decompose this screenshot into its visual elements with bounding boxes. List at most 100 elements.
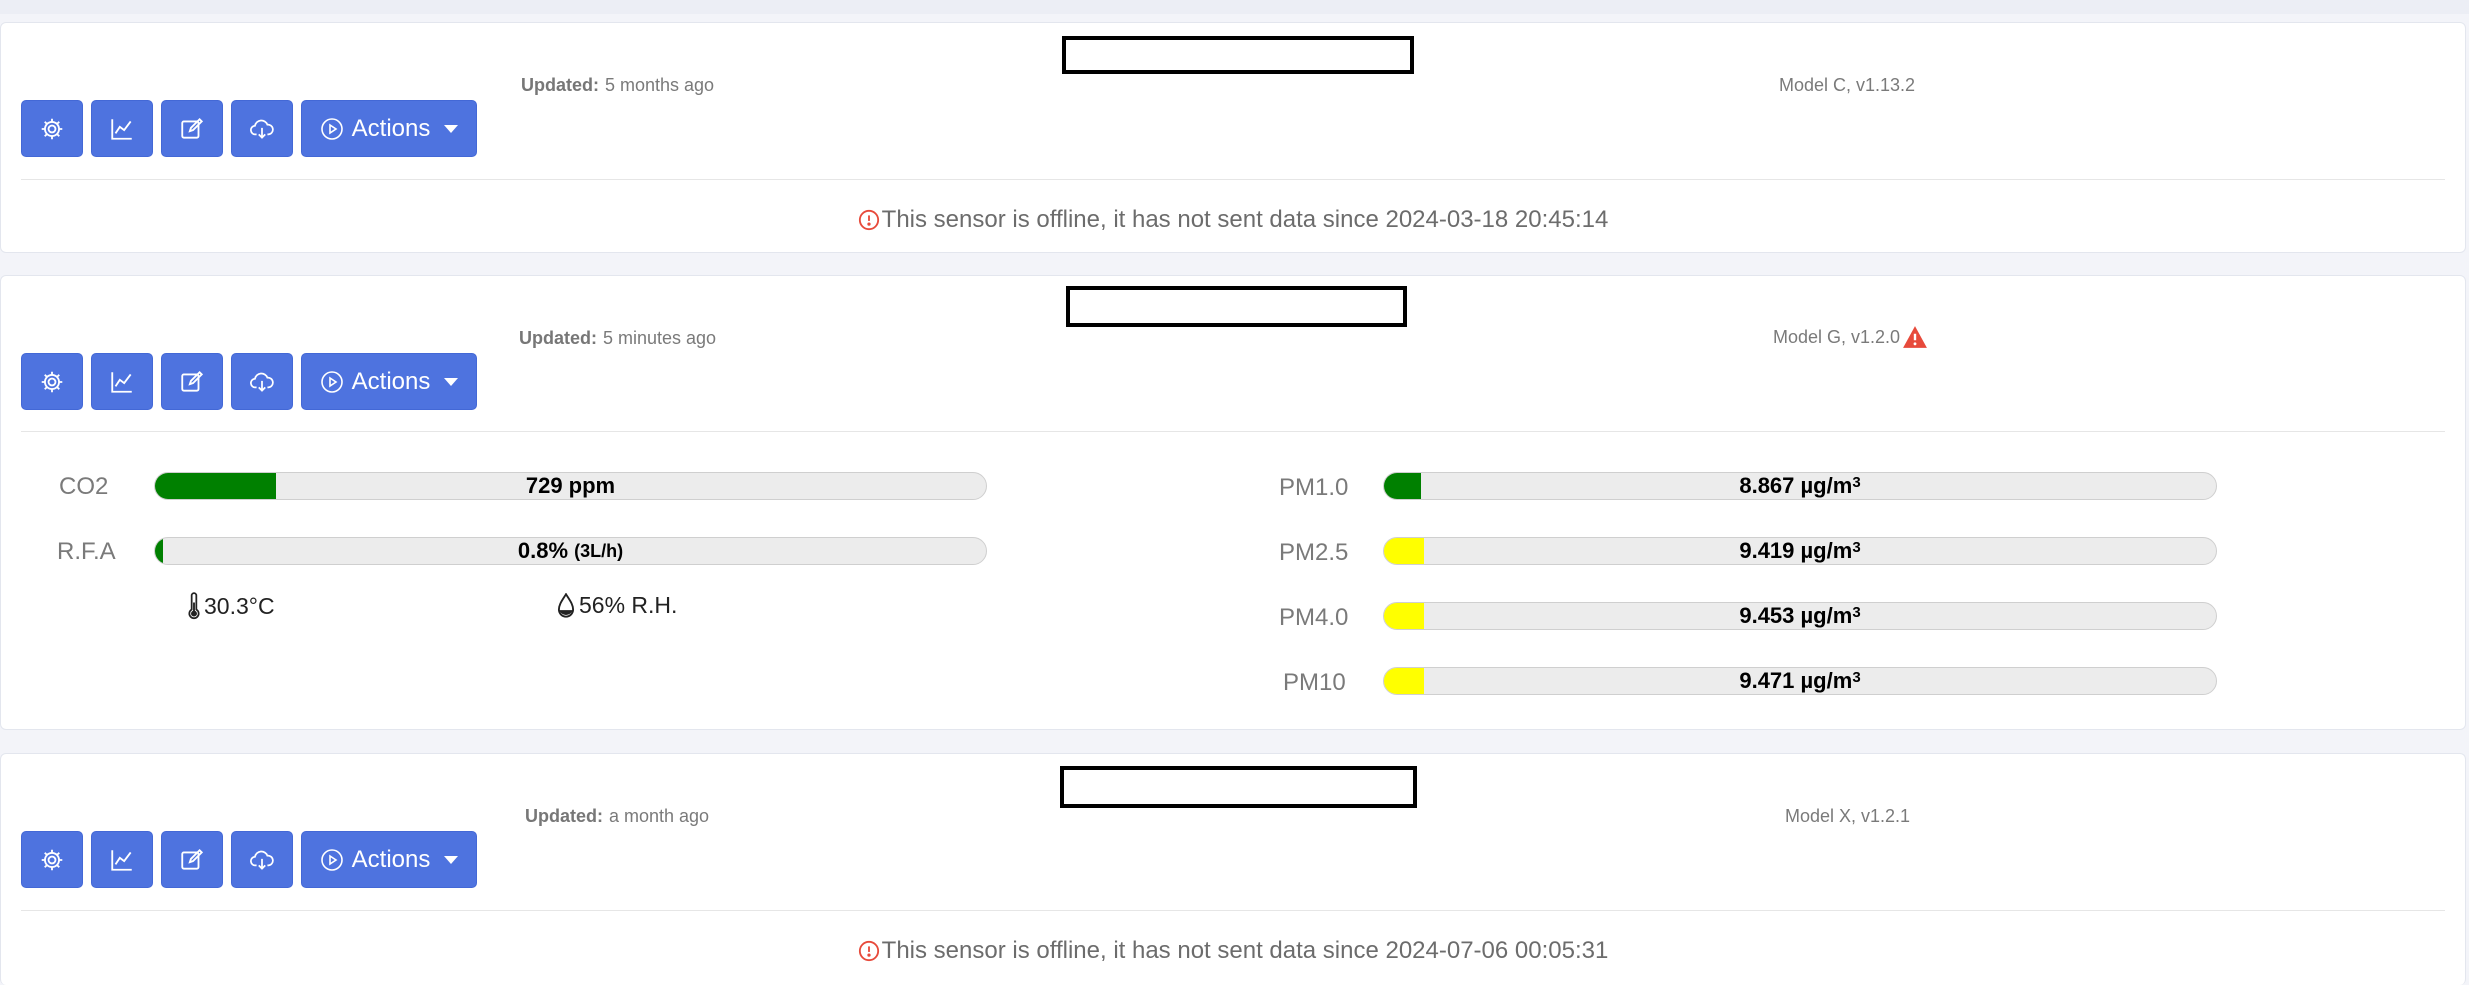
caret-down-icon <box>444 855 459 864</box>
model-text: Model X, v1.2.1 <box>1785 806 1911 826</box>
temperature-reading: 30.3°C <box>187 592 275 620</box>
cloud-download-icon <box>250 372 274 392</box>
pm10-unit-sup: 3 <box>1852 668 1861 686</box>
edit-icon <box>181 117 204 139</box>
actions-label: Actions <box>351 845 431 873</box>
co2-value: 729 ppm <box>525 473 616 498</box>
model-text: Model C, v1.13.2 <box>1779 75 1916 95</box>
model-version: Model X, v1.2.1 <box>1785 806 1910 827</box>
sensor-card-3: Updated: a month ago Model X, v1.2.1 Acti… <box>0 753 2466 985</box>
edit-button[interactable] <box>161 100 223 157</box>
alert-circle-icon <box>858 940 879 962</box>
model-version: Model C, v1.13.2 <box>1779 75 1915 96</box>
updated-value: a month ago <box>609 806 710 826</box>
gear-icon <box>41 118 63 139</box>
metric-label-pm4: PM4.0 <box>1279 604 1349 631</box>
thermometer-icon <box>188 592 200 620</box>
warning-triangle-icon <box>1902 325 1928 349</box>
humidity-reading: 56% R.H. <box>556 592 677 619</box>
card-divider <box>21 431 2445 432</box>
gear-icon <box>41 371 63 392</box>
gear-icon <box>41 849 63 870</box>
co2-bar: 729 ppm <box>154 472 987 500</box>
rfa-value: 0.8% <box>517 538 569 563</box>
metric-label-pm1: PM1.0 <box>1279 474 1349 501</box>
updated-info: Updated: a month ago <box>525 806 709 827</box>
edit-button[interactable] <box>161 353 223 410</box>
edit-icon <box>181 848 204 870</box>
sensor-toolbar: Actions <box>21 100 477 157</box>
edit-icon <box>181 370 204 392</box>
offline-message: This sensor is offline, it has not sent … <box>881 937 1609 964</box>
sensor-name-redacted <box>1060 766 1417 808</box>
pm25-unit-sup: 3 <box>1852 538 1861 556</box>
actions-dropdown-button[interactable]: Actions <box>301 100 477 157</box>
settings-button[interactable] <box>21 353 83 410</box>
offline-notice: This sensor is offline, it has not sent … <box>1 937 2465 965</box>
metric-label-co2: CO2 <box>59 473 109 500</box>
chart-line-icon <box>111 371 132 393</box>
play-circle-icon <box>320 370 343 393</box>
pm25-bar: 9.419 µg/m 3 <box>1383 537 2217 565</box>
chart-button[interactable] <box>91 353 153 410</box>
updated-value: 5 months ago <box>605 75 715 95</box>
rfa-bar: 0.8% (3L/h) <box>154 537 987 565</box>
cloud-download-icon <box>250 119 274 139</box>
pm4-value: 9.453 µg/m <box>1739 603 1853 628</box>
download-button[interactable] <box>231 100 293 157</box>
sensor-toolbar: Actions <box>21 831 477 888</box>
card-divider <box>21 179 2445 180</box>
chart-line-icon <box>111 118 132 140</box>
cloud-download-icon <box>250 850 274 870</box>
droplet-half-icon <box>557 592 575 618</box>
chart-button[interactable] <box>91 100 153 157</box>
pm1-value: 8.867 µg/m <box>1739 473 1853 498</box>
metric-label-pm25: PM2.5 <box>1279 539 1349 566</box>
actions-dropdown-button[interactable]: Actions <box>301 353 477 410</box>
alert-circle-icon <box>858 209 879 231</box>
metric-label-pm10: PM10 <box>1283 669 1346 696</box>
updated-label: Updated: <box>525 806 603 826</box>
updated-value: 5 minutes ago <box>603 328 717 348</box>
actions-label: Actions <box>351 114 431 142</box>
sensor-card-2: Updated: 5 minutes ago Model G, v1.2.0 Ac… <box>0 275 2466 730</box>
rfa-flow: (3L/h) <box>574 540 624 561</box>
sensor-name-redacted <box>1062 36 1414 74</box>
sensor-name-redacted <box>1066 286 1407 327</box>
play-circle-icon <box>320 848 343 871</box>
actions-label: Actions <box>351 367 431 395</box>
model-text: Model G, v1.2.0 <box>1773 326 1901 347</box>
updated-info: Updated: 5 minutes ago <box>519 328 716 349</box>
pm10-value: 9.471 µg/m <box>1739 668 1853 693</box>
humidity-value: 56% R.H. <box>579 592 678 618</box>
download-button[interactable] <box>231 831 293 888</box>
play-circle-icon <box>320 117 343 140</box>
offline-notice: This sensor is offline, it has not sent … <box>1 206 2465 234</box>
metric-label-rfa: R.F.A <box>57 538 116 565</box>
model-version: Model G, v1.2.0 <box>1773 325 1928 349</box>
pm4-bar: 9.453 µg/m 3 <box>1383 602 2217 630</box>
settings-button[interactable] <box>21 831 83 888</box>
pm1-bar: 8.867 µg/m 3 <box>1383 472 2217 500</box>
card-divider <box>21 910 2445 911</box>
page-top-strip <box>0 0 2469 14</box>
settings-button[interactable] <box>21 100 83 157</box>
sensor-card-1: Updated: 5 months ago Model C, v1.13.2 Ac… <box>0 22 2466 253</box>
offline-message: This sensor is offline, it has not sent … <box>881 206 1609 233</box>
edit-button[interactable] <box>161 831 223 888</box>
sensor-toolbar: Actions <box>21 353 477 410</box>
chart-button[interactable] <box>91 831 153 888</box>
pm1-unit-sup: 3 <box>1852 473 1861 491</box>
chart-line-icon <box>111 849 132 871</box>
updated-label: Updated: <box>519 328 597 348</box>
temperature-value: 30.3°C <box>204 592 275 619</box>
updated-label: Updated: <box>521 75 599 95</box>
caret-down-icon <box>444 124 459 133</box>
pm4-unit-sup: 3 <box>1852 603 1861 621</box>
caret-down-icon <box>444 377 459 386</box>
download-button[interactable] <box>231 353 293 410</box>
updated-info: Updated: 5 months ago <box>521 75 714 96</box>
pm25-value: 9.419 µg/m <box>1739 538 1853 563</box>
pm10-bar: 9.471 µg/m 3 <box>1383 667 2217 695</box>
actions-dropdown-button[interactable]: Actions <box>301 831 477 888</box>
